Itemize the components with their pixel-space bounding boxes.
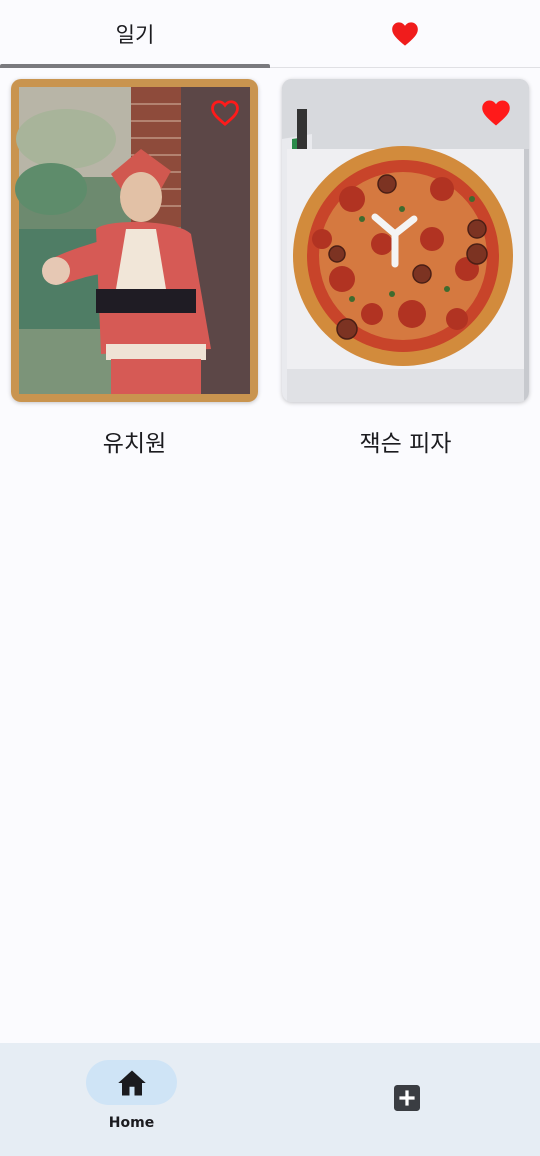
nav-home-indicator[interactable] bbox=[86, 1060, 177, 1105]
nav-home[interactable]: Home bbox=[0, 1043, 270, 1156]
app-root: 일기 유치원 잭슨 피자 Home bbox=[0, 0, 540, 1156]
bottom-navigation: Home bbox=[0, 1043, 540, 1156]
entry-title[interactable]: 유치원 bbox=[11, 424, 258, 458]
tab-diary-label: 일기 bbox=[115, 22, 155, 47]
home-icon bbox=[117, 1070, 146, 1095]
tab-favorites[interactable] bbox=[270, 0, 540, 67]
tab-diary[interactable]: 일기 bbox=[0, 0, 270, 68]
entry-title[interactable]: 잭슨 피자 bbox=[282, 424, 529, 458]
nav-home-label: Home bbox=[108, 1115, 155, 1131]
tab-bar: 일기 bbox=[0, 0, 540, 68]
heart-filled-icon[interactable] bbox=[481, 99, 511, 127]
entry-card-kindergarten[interactable] bbox=[11, 79, 258, 402]
heart-outline-icon[interactable] bbox=[210, 99, 240, 127]
nav-add[interactable] bbox=[270, 1043, 540, 1156]
heart-icon bbox=[392, 21, 418, 46]
add-box-icon[interactable] bbox=[394, 1085, 420, 1111]
entry-photo-pizza bbox=[282, 79, 529, 402]
entry-card-pizza[interactable] bbox=[282, 79, 529, 402]
entry-photo-kindergarten bbox=[11, 79, 258, 402]
